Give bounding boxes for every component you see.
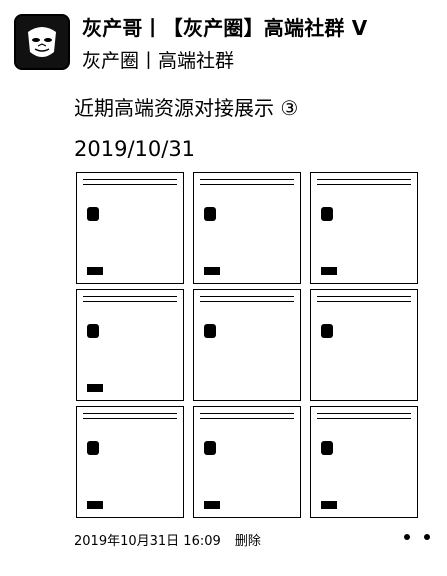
image-thumbnail[interactable] <box>310 406 418 518</box>
image-thumbnail[interactable] <box>310 289 418 401</box>
thumbnail-badge-icon <box>321 501 337 509</box>
more-options-button[interactable] <box>404 532 430 542</box>
image-thumbnail[interactable] <box>76 172 184 284</box>
thumbnail-avatar-icon <box>204 324 216 338</box>
image-thumbnail[interactable] <box>193 406 301 518</box>
thumbnail-badge-icon <box>204 501 220 509</box>
mask-avatar-icon <box>18 18 66 66</box>
post-title: 近期高端资源对接展示 ③ <box>74 96 299 120</box>
image-thumbnail[interactable] <box>76 406 184 518</box>
post-date: 2019/10/31 <box>74 137 196 161</box>
avatar[interactable] <box>14 14 70 70</box>
image-thumbnail[interactable] <box>76 289 184 401</box>
thumbnail-badge-icon <box>87 267 103 275</box>
post-meta: 2019年10月31日 16:09 删除 <box>74 530 261 549</box>
thumbnail-badge-icon <box>87 384 103 392</box>
image-grid <box>76 172 418 520</box>
more-dot-icon <box>404 534 410 540</box>
verified-icon: V <box>351 16 368 40</box>
thumbnail-badge-icon <box>87 501 103 509</box>
thumbnail-badge-icon <box>204 267 220 275</box>
author-name-text: 灰产哥丨【灰产圈】高端社群 <box>82 16 345 40</box>
thumbnail-avatar-icon <box>321 207 333 221</box>
thumbnail-avatar-icon <box>87 207 99 221</box>
thumbnail-avatar-icon <box>321 441 333 455</box>
image-thumbnail[interactable] <box>193 172 301 284</box>
thumbnail-avatar-icon <box>87 441 99 455</box>
delete-link[interactable]: 删除 <box>235 534 261 549</box>
more-dot-icon <box>424 534 430 540</box>
author-subtitle: 灰产圈丨高端社群 <box>82 50 235 72</box>
author-name[interactable]: 灰产哥丨【灰产圈】高端社群 V <box>82 12 367 41</box>
image-thumbnail[interactable] <box>310 172 418 284</box>
thumbnail-avatar-icon <box>204 441 216 455</box>
image-thumbnail[interactable] <box>193 289 301 401</box>
thumbnail-badge-icon <box>321 267 337 275</box>
post-timestamp: 2019年10月31日 16:09 <box>74 534 221 549</box>
thumbnail-avatar-icon <box>321 324 333 338</box>
thumbnail-avatar-icon <box>87 324 99 338</box>
thumbnail-avatar-icon <box>204 207 216 221</box>
